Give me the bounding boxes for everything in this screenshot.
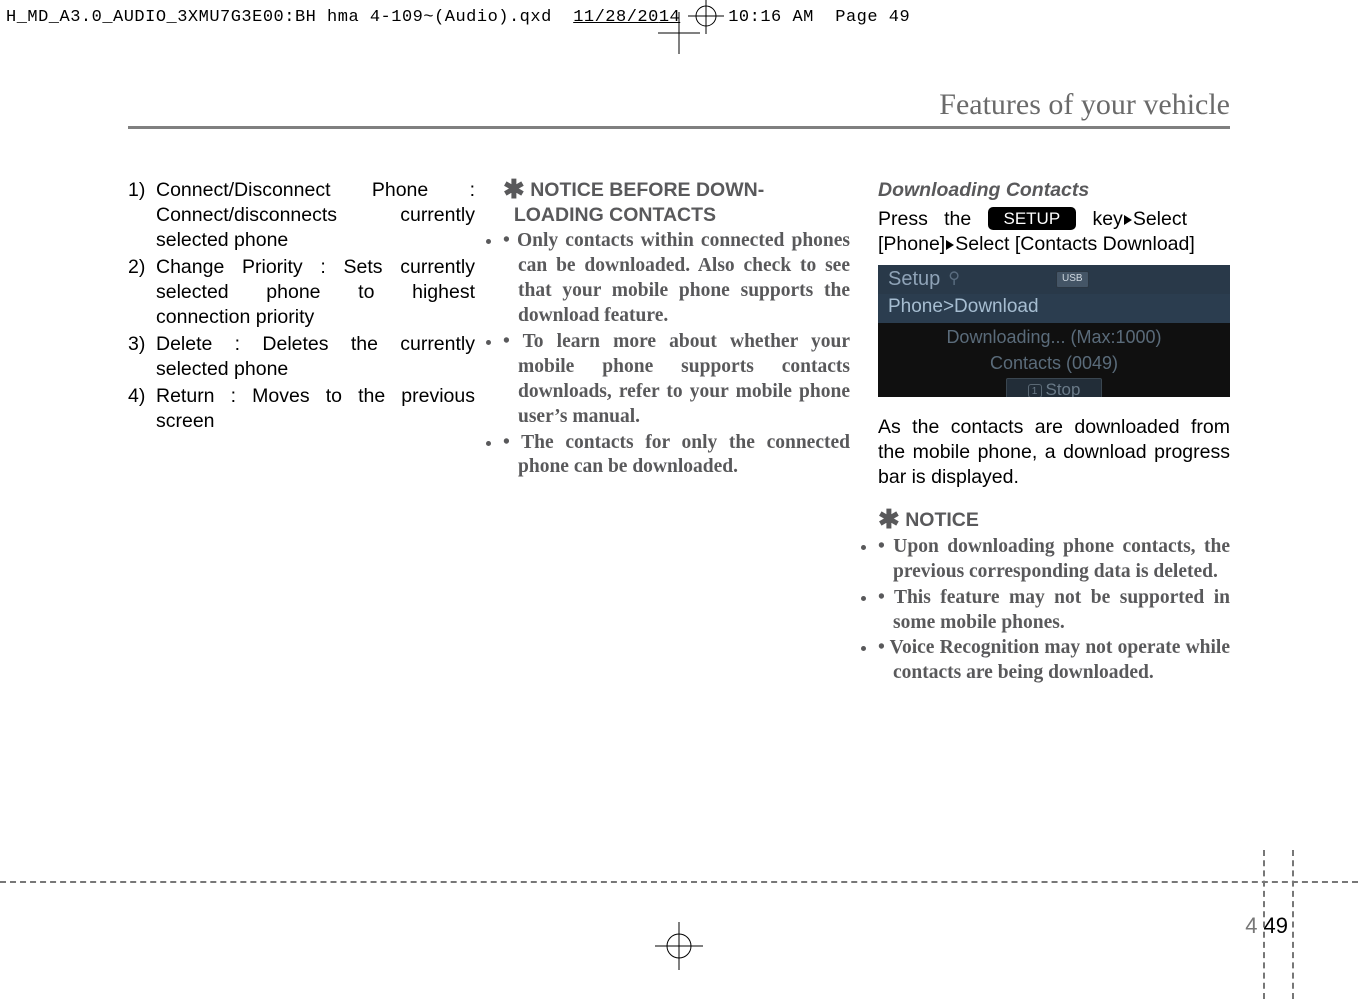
list-item: To learn more about whether your mobile …	[503, 330, 850, 430]
instruction-line: Press the SETUP keySelect [Phone]Select …	[878, 207, 1230, 257]
list-item: The contacts for only the connected phon…	[503, 431, 850, 481]
bluetooth-icon: ⚲	[948, 269, 960, 289]
column-2: ✱ NOTICE BEFORE DOWN- LOADING CONTACTS O…	[503, 178, 850, 687]
setup-key-icon: SETUP	[988, 207, 1077, 230]
crop-dashed-horizontal	[0, 881, 1358, 883]
head-unit-screenshot: Setup ⚲ USB Phone>Download Downloading..…	[878, 265, 1230, 397]
reg-mark-top	[658, 12, 700, 59]
list-item: 4)Return : Moves to the previous screen	[128, 384, 475, 434]
chapter-title: Features of your vehicle	[939, 88, 1230, 122]
crop-dashed-vertical	[1292, 850, 1294, 999]
list-item: Voice Recognition may not operate while …	[878, 636, 1230, 686]
reg-mark-bottom	[649, 916, 709, 981]
title-rule	[128, 126, 1230, 129]
file-time: 10:16 AM	[728, 8, 814, 27]
column-1: 1)Connect/Disconnect Phone : Connect/dis…	[128, 178, 475, 687]
list-item: Only contacts within connected phones ca…	[503, 229, 850, 329]
notice-heading: ✱ NOTICE	[878, 508, 1230, 533]
arrow-right-icon	[1124, 215, 1132, 225]
screen-statusbar: Setup ⚲ USB	[878, 265, 1230, 295]
page-number: 449	[1245, 913, 1288, 939]
file-date: 11/28/20	[573, 8, 659, 27]
content-area: 1)Connect/Disconnect Phone : Connect/dis…	[128, 178, 1230, 687]
list-item: This feature may not be supported in som…	[878, 586, 1230, 636]
notice-bullets: Upon downloading phone contacts, the pre…	[878, 535, 1230, 687]
num-badge-icon: 1	[1028, 384, 1042, 397]
numbered-list: 1)Connect/Disconnect Phone : Connect/dis…	[128, 178, 475, 434]
column-3: Downloading Contacts Press the SETUP key…	[878, 178, 1230, 687]
list-item: Upon downloading phone contacts, the pre…	[878, 535, 1230, 585]
subsection-heading: Downloading Contacts	[878, 178, 1230, 203]
screen-breadcrumb: Phone>Download	[878, 294, 1230, 322]
screen-title: Setup	[888, 267, 940, 293]
usb-badge-icon: USB	[1056, 271, 1089, 288]
screen-stop-button: 1Stop	[1006, 378, 1102, 397]
filename: H_MD_A3.0_AUDIO_3XMU7G3E00:BH hma 4-109~…	[6, 8, 552, 27]
star-icon: ✱	[503, 174, 525, 204]
file-page: Page 49	[835, 8, 910, 27]
star-icon: ✱	[878, 504, 900, 534]
notice-heading: ✱ NOTICE BEFORE DOWN- LOADING CONTACTS	[503, 178, 850, 228]
screen-download-line1: Downloading... (Max:1000)	[878, 323, 1230, 349]
arrow-right-icon	[946, 240, 954, 250]
screen-download-line2: Contacts (0049)	[878, 349, 1230, 375]
list-item: 1)Connect/Disconnect Phone : Connect/dis…	[128, 178, 475, 253]
list-item: 3)Delete : Deletes the currently selecte…	[128, 332, 475, 382]
list-item: 2)Change Priority : Sets currently selec…	[128, 255, 475, 330]
paragraph: As the contacts are downloaded from the …	[878, 415, 1230, 490]
notice-bullets: Only contacts within connected phones ca…	[503, 229, 850, 481]
